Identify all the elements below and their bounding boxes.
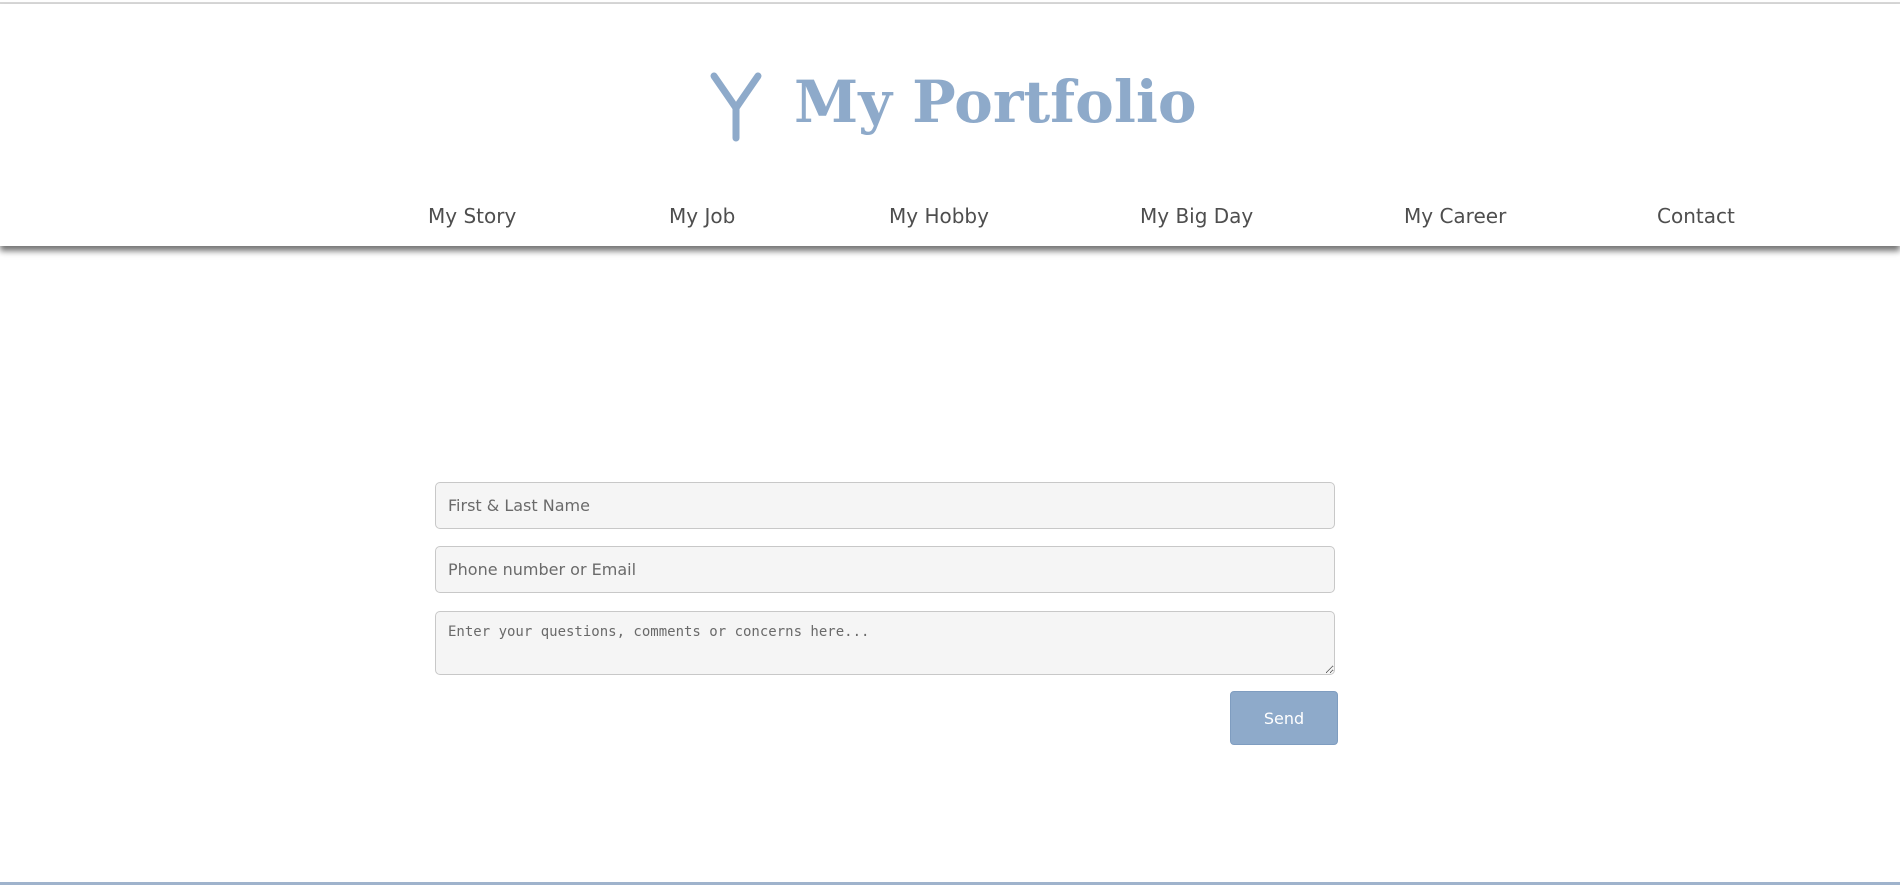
nav-item-contact[interactable]: Contact	[1657, 204, 1735, 228]
y-branch-logo-icon	[710, 72, 762, 142]
message-textarea[interactable]	[435, 611, 1335, 675]
nav-item-my-hobby[interactable]: My Hobby	[889, 204, 989, 228]
nav-item-my-job[interactable]: My Job	[669, 204, 735, 228]
contact-input[interactable]	[435, 546, 1335, 593]
page: My Portfolio My Story My Job My Hobby My…	[0, 0, 1900, 885]
site-title: My Portfolio	[794, 68, 1197, 136]
nav-item-my-career[interactable]: My Career	[1404, 204, 1506, 228]
name-input[interactable]	[435, 482, 1335, 529]
site-header: My Portfolio My Story My Job My Hobby My…	[0, 4, 1900, 246]
nav-item-my-big-day[interactable]: My Big Day	[1140, 204, 1253, 228]
nav-item-my-story[interactable]: My Story	[428, 204, 516, 228]
send-button[interactable]: Send	[1230, 691, 1338, 745]
brand[interactable]: My Portfolio	[706, 62, 1197, 142]
